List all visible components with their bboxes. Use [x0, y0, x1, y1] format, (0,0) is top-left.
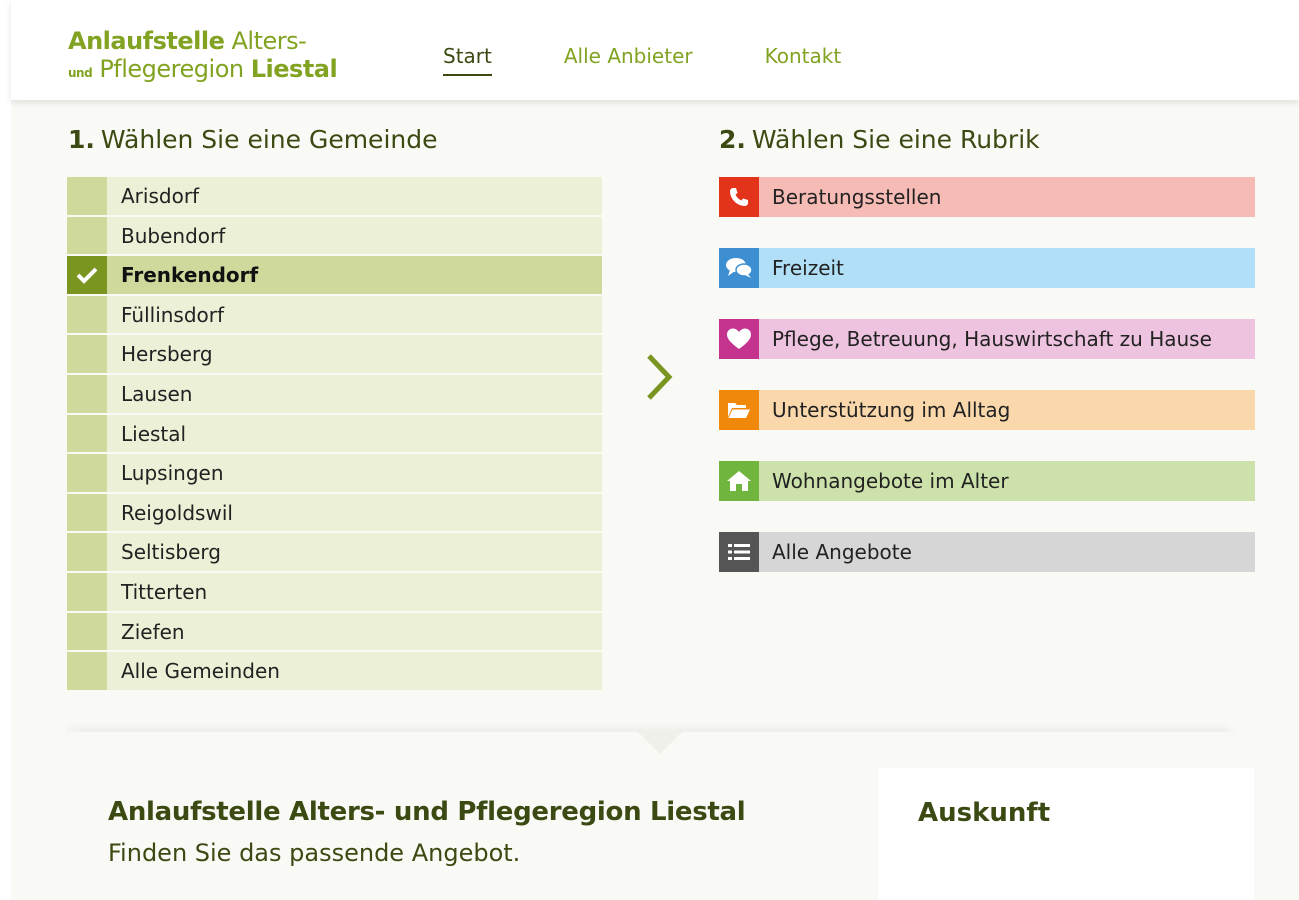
step1-title: 1. Wählen Sie eine Gemeinde [68, 125, 437, 154]
rubrik-item[interactable]: Pflege, Betreuung, Hauswirtschaft zu Hau… [719, 319, 1255, 359]
gemeinde-label: Liestal [107, 414, 602, 453]
gemeinde-item[interactable]: Hersberg [67, 335, 602, 373]
step1-number: 1. [68, 125, 95, 154]
gemeinde-item[interactable]: Frenkendorf [67, 256, 602, 294]
gemeinde-item[interactable]: Füllinsdorf [67, 295, 602, 334]
phone-icon [719, 177, 759, 217]
gemeinde-label: Seltisberg [107, 533, 602, 571]
step2-number: 2. [719, 125, 746, 154]
gemeinde-item[interactable]: Liestal [67, 414, 602, 453]
checkbox[interactable] [67, 295, 107, 334]
gemeinde-label: Lupsingen [107, 454, 602, 492]
chat-bubbles-icon [719, 248, 759, 288]
checkbox[interactable] [67, 493, 107, 532]
main-nav: Start Alle Anbieter Kontakt [443, 44, 913, 76]
logo-word-und: und [68, 66, 93, 80]
gemeinde-label: Lausen [107, 374, 602, 413]
checkbox[interactable] [67, 572, 107, 611]
checkbox[interactable] [67, 533, 107, 571]
logo-word-pflegeregion: Pflegeregion [99, 55, 244, 83]
gemeinde-label: Arisdorf [107, 177, 602, 215]
nav-kontakt[interactable]: Kontakt [765, 44, 842, 76]
rubrik-label: Wohnangebote im Alter [772, 469, 1009, 493]
rubrik-item[interactable]: Unterstützung im Alltag [719, 390, 1255, 430]
gemeinde-item[interactable]: Arisdorf [67, 177, 602, 215]
gemeinde-label: Titterten [107, 572, 602, 611]
gemeinde-label: Alle Gemeinden [107, 652, 602, 690]
heart-icon [719, 319, 759, 359]
pointer-notch [638, 732, 682, 754]
rubrik-label: Freizeit [772, 256, 844, 280]
checkbox[interactable] [67, 652, 107, 690]
checkbox[interactable] [67, 454, 107, 492]
gemeinde-list: Arisdorf Bubendorf Frenkendorf Füllinsdorf H… [67, 177, 602, 692]
nav-start[interactable]: Start [443, 44, 492, 76]
nav-alle-anbieter[interactable]: Alle Anbieter [564, 44, 693, 76]
rubrik-label: Pflege, Betreuung, Hauswirtschaft zu Hau… [772, 327, 1212, 351]
auskunft-title: Auskunft [918, 798, 1051, 828]
site-logo[interactable]: Anlaufstelle Alters- und Pflegeregion Li… [68, 27, 338, 87]
gemeinde-label: Ziefen [107, 612, 602, 651]
logo-word-alters: Alters- [231, 27, 307, 55]
checkbox[interactable] [67, 177, 107, 215]
gemeinde-label: Hersberg [107, 335, 602, 373]
intro-title: Anlaufstelle Alters- und Pflegeregion Li… [108, 797, 746, 827]
rubrik-item[interactable]: Beratungsstellen [719, 177, 1255, 217]
chevron-right-icon [647, 354, 673, 400]
gemeinde-item[interactable]: Alle Gemeinden [67, 652, 602, 690]
gemeinde-item[interactable]: Lausen [67, 374, 602, 413]
selection-area: 1. Wählen Sie eine Gemeinde 2. Wählen Sie … [11, 100, 1299, 740]
logo-word-anlaufstelle: Anlaufstelle [68, 27, 225, 55]
rubrik-label: Beratungsstellen [772, 185, 942, 209]
rubrik-item[interactable]: Wohnangebote im Alter [719, 461, 1255, 501]
gemeinde-item[interactable]: Reigoldswil [67, 493, 602, 532]
intro-subtitle: Finden Sie das passende Angebot. [108, 839, 521, 867]
gemeinde-item[interactable]: Seltisberg [67, 533, 602, 571]
gemeinde-item[interactable]: Lupsingen [67, 454, 602, 492]
checkbox[interactable] [67, 374, 107, 413]
checkbox[interactable] [67, 612, 107, 651]
gemeinde-item[interactable]: Titterten [67, 572, 602, 611]
gemeinde-label: Frenkendorf [107, 256, 602, 294]
checkbox[interactable] [67, 414, 107, 453]
rubrik-label: Unterstützung im Alltag [772, 398, 1011, 422]
folder-open-icon [719, 390, 759, 430]
rubrik-item[interactable]: Alle Angebote [719, 532, 1255, 572]
logo-word-liestal: Liestal [250, 55, 338, 83]
rubrik-item[interactable]: Freizeit [719, 248, 1255, 288]
gemeinde-label: Füllinsdorf [107, 295, 602, 334]
gemeinde-label: Reigoldswil [107, 493, 602, 532]
home-icon [719, 461, 759, 501]
step1-label: Wählen Sie eine Gemeinde [100, 125, 438, 154]
step2-label: Wählen Sie eine Rubrik [751, 125, 1040, 154]
checkbox[interactable] [67, 335, 107, 373]
gemeinde-item[interactable]: Ziefen [67, 612, 602, 651]
step2-title: 2. Wählen Sie eine Rubrik [719, 125, 1040, 154]
gemeinde-label: Bubendorf [107, 216, 602, 255]
rubrik-list: Beratungsstellen Freizeit Pflege, Betreuun… [719, 177, 1255, 603]
rubrik-label: Alle Angebote [772, 540, 912, 564]
site-header: Anlaufstelle Alters- und Pflegeregion Li… [11, 0, 1299, 100]
auskunft-card: Auskunft [878, 768, 1254, 900]
checkbox[interactable] [67, 216, 107, 255]
checkmark-icon[interactable] [67, 256, 107, 294]
list-icon [719, 532, 759, 572]
gemeinde-item[interactable]: Bubendorf [67, 216, 602, 255]
